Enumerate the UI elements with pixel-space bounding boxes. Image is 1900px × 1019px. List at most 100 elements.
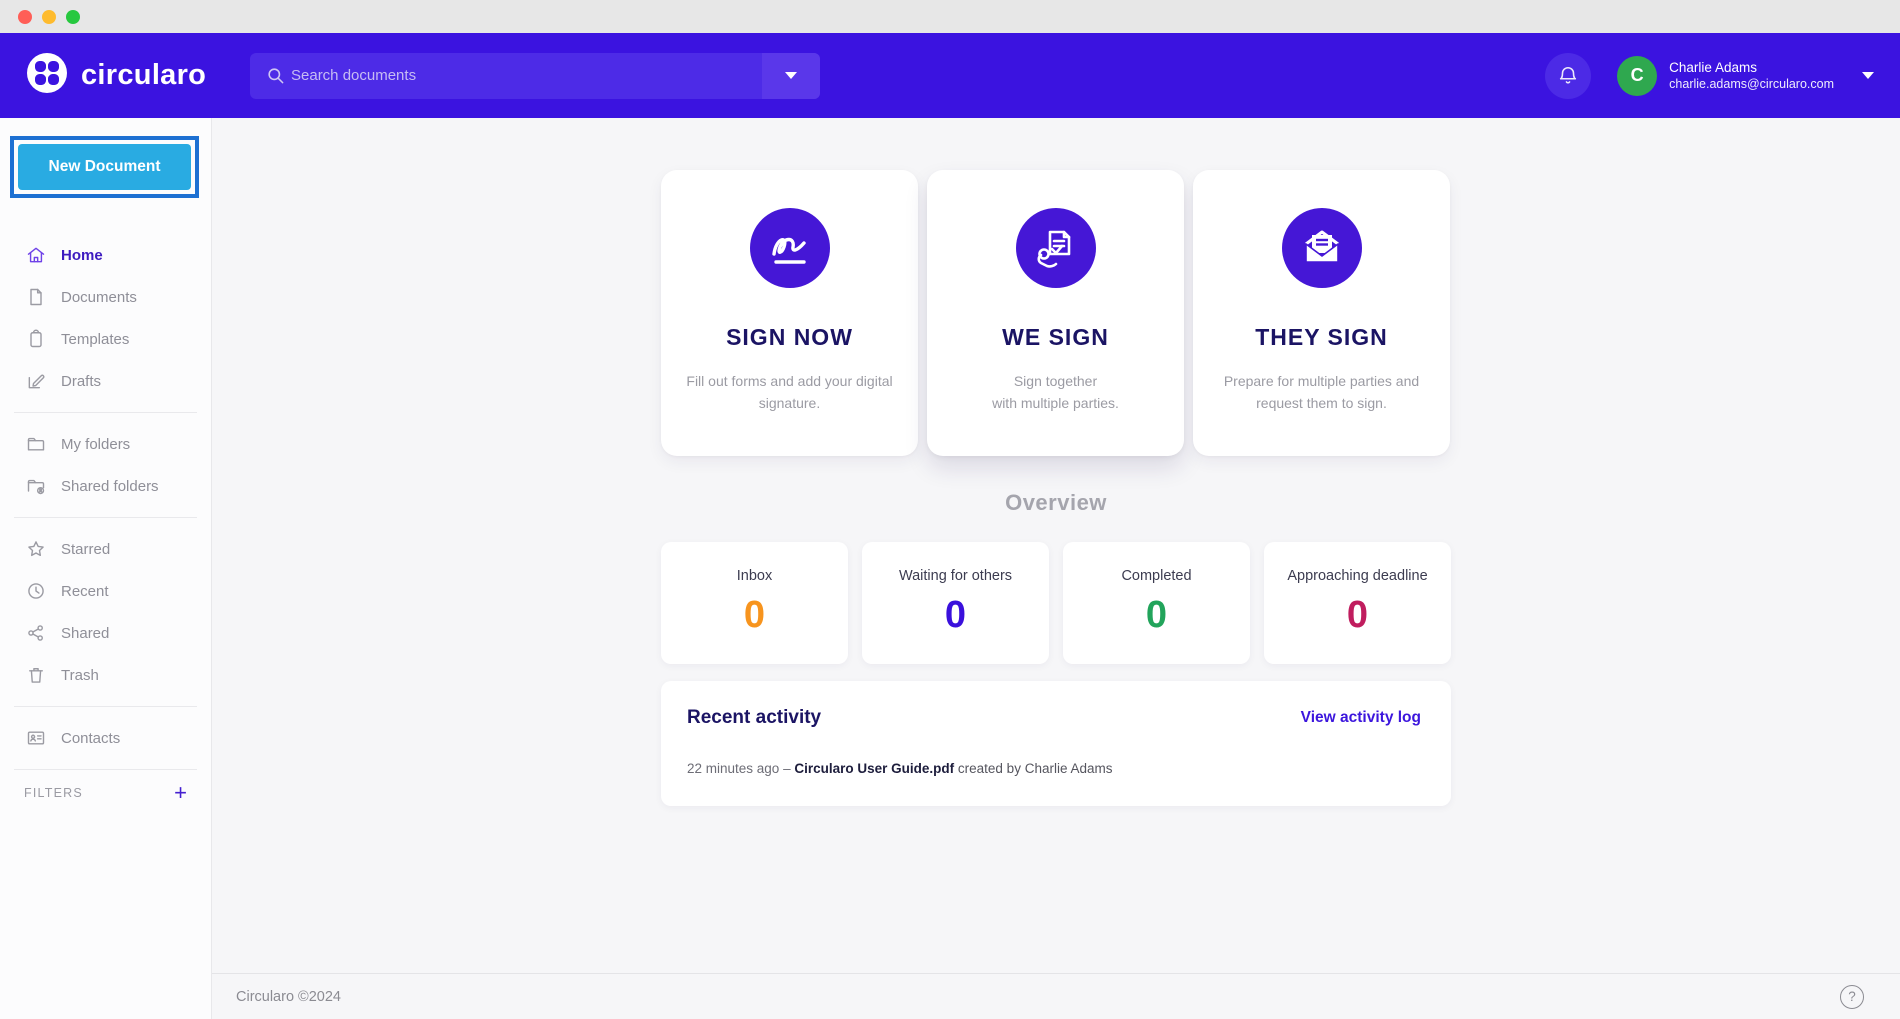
sidebar-item-label: Contacts (61, 730, 120, 747)
stat-value: 0 (862, 594, 1049, 637)
sidebar-item-documents[interactable]: Documents (0, 276, 211, 318)
user-menu[interactable]: C Charlie Adams charlie.adams@circularo.… (1617, 56, 1874, 96)
chevron-down-icon (1862, 72, 1874, 79)
overview-heading: Overview (661, 490, 1451, 516)
sidebar-item-recent[interactable]: Recent (0, 570, 211, 612)
activity-entry: 22 minutes ago – Circularo User Guide.pd… (687, 761, 1421, 776)
sign-actions-row: SIGN NOW Fill out forms and add your dig… (661, 170, 1451, 456)
sidebar-item-my-folders[interactable]: My folders (0, 423, 211, 465)
sidebar-item-shared[interactable]: Shared (0, 612, 211, 654)
action-title: THEY SIGN (1193, 324, 1450, 351)
stat-label: Approaching deadline (1264, 568, 1451, 584)
view-activity-log-link[interactable]: View activity log (1301, 709, 1421, 727)
sidebar-item-shared-folders[interactable]: Shared folders (0, 465, 211, 507)
user-name: Charlie Adams (1669, 60, 1834, 75)
header-right: C Charlie Adams charlie.adams@circularo.… (1545, 53, 1874, 99)
activity-suffix: created by Charlie Adams (958, 761, 1113, 776)
action-description: Sign together with multiple parties. (951, 371, 1161, 414)
stat-card-waiting-for-others[interactable]: Waiting for others 0 (862, 542, 1049, 664)
app-window: circularo C Charlie Adams c (0, 0, 1900, 1019)
user-text: Charlie Adams charlie.adams@circularo.co… (1669, 60, 1834, 91)
maximize-window-button[interactable] (66, 10, 80, 24)
sidebar-item-label: Shared (61, 625, 109, 642)
activity-document-name[interactable]: Circularo User Guide.pdf (794, 761, 954, 776)
they-sign-card[interactable]: THEY SIGN Prepare for multiple parties a… (1193, 170, 1450, 456)
notifications-button[interactable] (1545, 53, 1591, 99)
divider (14, 769, 197, 770)
bell-icon (1557, 65, 1579, 87)
action-description: Prepare for multiple parties and request… (1217, 371, 1427, 414)
new-document-highlight: New Document (10, 136, 199, 198)
main-content: SIGN NOW Fill out forms and add your dig… (212, 118, 1900, 973)
minimize-window-button[interactable] (42, 10, 56, 24)
sidebar: New Document Home Documents Templates (0, 118, 212, 1019)
circularo-logo-icon (26, 52, 68, 99)
divider (14, 412, 197, 413)
footer: Circularo ©2024 ? (212, 973, 1900, 1019)
app-header: circularo C Charlie Adams c (0, 33, 1900, 118)
sign-now-card[interactable]: SIGN NOW Fill out forms and add your dig… (661, 170, 918, 456)
window-titlebar (0, 0, 1900, 33)
star-icon (26, 539, 46, 559)
hand-document-icon (1016, 208, 1096, 288)
home-icon (26, 245, 46, 265)
divider (14, 517, 197, 518)
overview-stats-row: Inbox 0 Waiting for others 0 Completed 0… (661, 542, 1451, 664)
sidebar-item-label: Home (61, 247, 103, 264)
activity-separator: – (783, 761, 791, 776)
stat-card-inbox[interactable]: Inbox 0 (661, 542, 848, 664)
activity-time: 22 minutes ago (687, 761, 779, 776)
folder-icon (26, 434, 46, 454)
brand-logo[interactable]: circularo (26, 52, 238, 99)
sidebar-item-home[interactable]: Home (0, 234, 211, 276)
action-description: Fill out forms and add your digital sign… (685, 371, 895, 414)
search-options-button[interactable] (762, 53, 820, 99)
action-title: WE SIGN (927, 324, 1184, 351)
search-input[interactable] (291, 53, 762, 99)
divider (14, 706, 197, 707)
user-avatar: C (1617, 56, 1657, 96)
close-window-button[interactable] (18, 10, 32, 24)
stat-label: Completed (1063, 568, 1250, 584)
recent-activity-title: Recent activity (687, 707, 821, 729)
sidebar-item-label: Shared folders (61, 478, 159, 495)
share-icon (26, 623, 46, 643)
filters-section: FILTERS + (0, 782, 211, 804)
shared-folder-icon (26, 476, 46, 496)
sidebar-item-trash[interactable]: Trash (0, 654, 211, 696)
search-icon (266, 66, 285, 85)
action-title: SIGN NOW (661, 324, 918, 351)
new-document-button[interactable]: New Document (18, 144, 191, 190)
filters-label: FILTERS (24, 786, 83, 800)
stat-label: Inbox (661, 568, 848, 584)
sidebar-item-starred[interactable]: Starred (0, 528, 211, 570)
edit-icon (26, 371, 46, 391)
sidebar-item-label: Documents (61, 289, 137, 306)
chevron-down-icon (785, 72, 797, 79)
stat-card-completed[interactable]: Completed 0 (1063, 542, 1250, 664)
envelope-letter-icon (1282, 208, 1362, 288)
add-filter-button[interactable]: + (174, 782, 187, 804)
stat-value: 0 (661, 594, 848, 637)
signature-icon (750, 208, 830, 288)
sidebar-item-label: Recent (61, 583, 109, 600)
sidebar-item-label: Trash (61, 667, 99, 684)
sidebar-item-drafts[interactable]: Drafts (0, 360, 211, 402)
stat-label: Waiting for others (862, 568, 1049, 584)
clipboard-icon (26, 329, 46, 349)
we-sign-card[interactable]: WE SIGN Sign together with multiple part… (927, 170, 1184, 456)
sidebar-item-label: Drafts (61, 373, 101, 390)
copyright-text: Circularo ©2024 (236, 989, 341, 1005)
recent-activity-card: Recent activity View activity log 22 min… (661, 681, 1451, 806)
document-icon (26, 287, 46, 307)
stat-card-approaching-deadline[interactable]: Approaching deadline 0 (1264, 542, 1451, 664)
sidebar-item-label: Templates (61, 331, 129, 348)
help-button[interactable]: ? (1840, 985, 1864, 1009)
sidebar-item-contacts[interactable]: Contacts (0, 717, 211, 759)
clock-icon (26, 581, 46, 601)
sidebar-nav: Home Documents Templates Drafts (0, 234, 211, 804)
sidebar-item-label: My folders (61, 436, 130, 453)
sidebar-item-templates[interactable]: Templates (0, 318, 211, 360)
search-bar (250, 53, 820, 99)
sidebar-item-label: Starred (61, 541, 110, 558)
